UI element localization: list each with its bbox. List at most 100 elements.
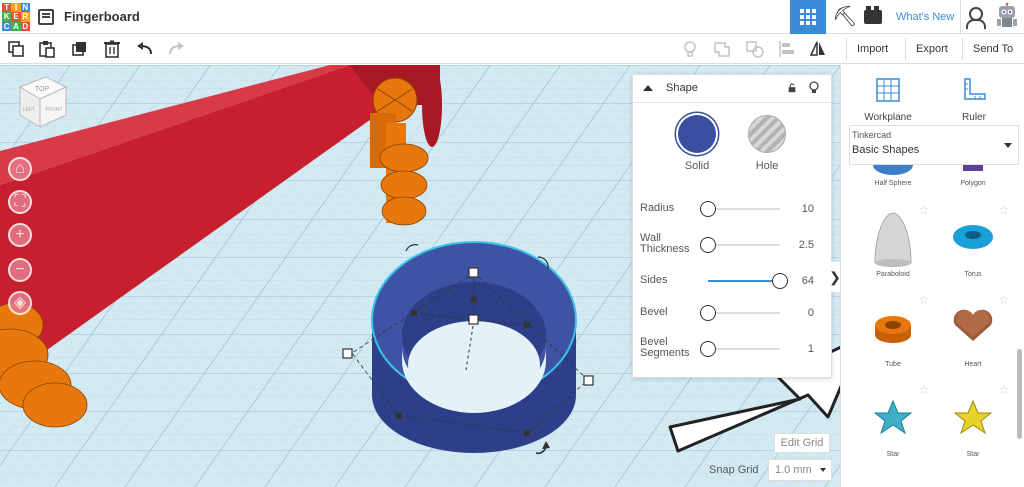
property-slider-track[interactable] xyxy=(708,312,780,314)
property-slider-track[interactable] xyxy=(708,208,780,210)
favorite-star-icon[interactable]: ☆ xyxy=(918,203,929,217)
profile-avatar[interactable] xyxy=(994,3,1020,31)
redo-icon[interactable] xyxy=(166,39,186,59)
library-category: Tinkercad xyxy=(852,130,892,140)
hole-swatch[interactable] xyxy=(748,115,786,153)
snap-grid-label: Snap Grid xyxy=(709,464,759,476)
solid-mode-button[interactable]: Solid xyxy=(667,115,727,172)
export-button[interactable]: Export xyxy=(905,38,958,60)
favorite-star-icon[interactable]: ☆ xyxy=(998,293,1009,307)
shape-star-gold[interactable]: ☆ Star xyxy=(933,383,1013,473)
bricks-view-icon[interactable] xyxy=(864,6,882,24)
property-row: Bevel 0 xyxy=(640,301,826,325)
property-value-input[interactable]: 2.5 xyxy=(799,239,814,251)
import-button[interactable]: Import xyxy=(846,38,898,60)
group-icon[interactable] xyxy=(712,39,732,59)
property-row: Sides 64 xyxy=(640,269,826,293)
shape-torus[interactable]: ☆ Torus xyxy=(933,203,1013,293)
property-value-input[interactable]: 0 xyxy=(808,307,814,319)
undo-icon[interactable] xyxy=(135,39,155,59)
copy-icon[interactable] xyxy=(6,39,26,59)
property-label: Bevel xyxy=(640,306,668,318)
align-icon[interactable] xyxy=(777,39,797,59)
collapse-caret-icon[interactable] xyxy=(643,85,653,91)
home-view-icon[interactable]: ⌂ xyxy=(8,157,32,181)
shape-name: Polygon xyxy=(960,180,986,187)
logo-letter: C xyxy=(2,21,12,31)
property-label: Bevel Segments xyxy=(640,336,690,359)
shape-star[interactable]: ☆ Star xyxy=(853,383,933,473)
mirror-icon[interactable] xyxy=(808,39,828,59)
workplane-tool[interactable]: Workplane xyxy=(853,77,923,123)
send-to-button[interactable]: Send To xyxy=(962,38,1023,60)
favorite-star-icon[interactable]: ☆ xyxy=(918,293,929,307)
snap-grid-value: 1.0 mm xyxy=(775,464,812,476)
shape-name: Star xyxy=(966,451,980,458)
property-slider-knob[interactable] xyxy=(700,305,716,321)
show-all-bulb-icon[interactable] xyxy=(680,39,700,59)
favorite-star-icon[interactable]: ☆ xyxy=(998,203,1009,217)
tinkercad-logo[interactable]: T I N K E R C A D xyxy=(2,3,30,31)
3d-view-button[interactable] xyxy=(790,0,826,34)
fit-view-icon[interactable]: ⛶ xyxy=(8,190,32,214)
property-slider-fill xyxy=(708,280,780,282)
zoom-in-icon[interactable]: + xyxy=(8,223,32,247)
design-list-icon[interactable] xyxy=(38,9,54,25)
shape-name: Tube xyxy=(885,361,901,368)
shape-panel-title: Shape xyxy=(666,82,698,94)
snap-grid-select[interactable]: 1.0 mm xyxy=(768,459,832,481)
lock-icon[interactable] xyxy=(787,83,797,93)
property-slider-knob[interactable] xyxy=(700,201,716,217)
duplicate-icon[interactable] xyxy=(70,39,90,59)
shape-name: Paraboloid xyxy=(876,271,910,278)
shape-library-select[interactable]: Tinkercad Basic Shapes xyxy=(849,125,1019,165)
property-value-input[interactable]: 1 xyxy=(808,343,814,355)
shape-panel-header[interactable]: Shape xyxy=(633,75,831,103)
add-user-icon[interactable] xyxy=(960,0,990,34)
view-cube-top-label: TOP xyxy=(35,86,50,93)
edit-grid-button[interactable]: Edit Grid xyxy=(774,433,830,453)
property-row: Radius 10 xyxy=(640,197,826,221)
property-value-input[interactable]: 10 xyxy=(802,203,814,215)
blocks-view-pickaxe-icon[interactable]: ⛏ xyxy=(832,5,857,29)
property-slider-track[interactable] xyxy=(708,348,780,350)
logo-letter: K xyxy=(2,12,12,22)
property-label: Radius xyxy=(640,202,675,214)
delete-trash-icon[interactable] xyxy=(102,39,122,59)
ruler-tool[interactable]: Ruler xyxy=(939,77,1009,123)
shapes-library-panel: Workplane Ruler Tinkercad Basic Shapes H… xyxy=(840,65,1024,487)
shape-name: Star xyxy=(886,451,900,458)
property-label: Wall Thickness xyxy=(640,232,690,255)
view-cube[interactable]: TOP FRONT LEFT xyxy=(12,73,72,133)
logo-letter: D xyxy=(20,21,30,31)
dropdown-caret-icon xyxy=(1004,143,1012,148)
visibility-bulb-icon[interactable] xyxy=(809,81,819,95)
shape-heart[interactable]: ☆ Heart xyxy=(933,293,1013,383)
whats-new-link[interactable]: What's New xyxy=(896,11,954,23)
favorite-star-icon[interactable]: ☆ xyxy=(918,383,929,397)
logo-letter: R xyxy=(20,12,30,22)
shape-name: Half Sphere xyxy=(874,180,912,187)
perspective-toggle-icon[interactable]: ◈ xyxy=(8,291,32,315)
ruler-label: Ruler xyxy=(962,112,986,123)
property-slider-knob[interactable] xyxy=(700,237,716,253)
ungroup-icon[interactable] xyxy=(745,39,765,59)
document-title[interactable]: Fingerboard xyxy=(64,9,140,24)
grid-view-icon xyxy=(800,9,816,25)
property-slider-knob[interactable] xyxy=(772,273,788,289)
property-label: Sides xyxy=(640,274,668,286)
property-slider-track[interactable] xyxy=(708,244,780,246)
favorite-star-icon[interactable]: ☆ xyxy=(998,383,1009,397)
library-scrollbar[interactable] xyxy=(1017,349,1022,439)
property-value-input[interactable]: 64 xyxy=(802,275,814,287)
half-sphere-thumbnail xyxy=(873,155,913,175)
solid-color-swatch[interactable] xyxy=(678,115,716,153)
paste-icon[interactable] xyxy=(37,39,57,59)
zoom-out-icon[interactable]: − xyxy=(8,258,32,282)
shape-tube[interactable]: ☆ Tube xyxy=(853,293,933,383)
shape-paraboloid[interactable]: ☆ Paraboloid xyxy=(853,203,933,293)
logo-letter: E xyxy=(11,12,21,22)
property-slider-knob[interactable] xyxy=(700,341,716,357)
polygon-thumbnail xyxy=(963,165,983,171)
hole-mode-button[interactable]: Hole xyxy=(737,115,797,172)
